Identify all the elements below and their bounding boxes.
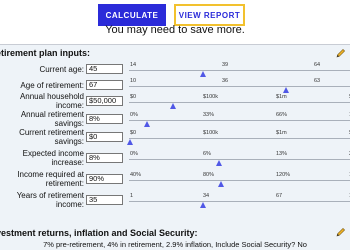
input-field[interactable]: 45 — [86, 64, 123, 74]
input-label-line: Annual retirement — [20, 110, 84, 119]
slider-tick-label: 13% — [276, 151, 288, 157]
range-slider[interactable]: 134671 — [128, 193, 350, 209]
retirement-inputs-panel: etirement plan inputs: Current age: 45 14 3… — [0, 44, 350, 228]
slider-tick-label: 10 — [130, 78, 137, 84]
slider-tick-label: 67 — [276, 193, 283, 199]
input-label-line: savings: — [54, 137, 84, 146]
slider-tick-label: 64 — [314, 62, 321, 68]
triangle-up-icon[interactable] — [282, 87, 289, 93]
range-slider[interactable]: 10 36 63 — [128, 78, 350, 94]
slider-track — [129, 159, 350, 160]
calculate-button[interactable]: CALCULATE — [98, 4, 166, 26]
input-label-line: Current retirement — [19, 128, 84, 137]
input-label-line: Annual household — [19, 92, 84, 101]
panel-title: etirement plan inputs: — [0, 48, 91, 58]
investment-returns-panel: vestment returns, inflation and Social S… — [0, 226, 350, 250]
view-report-button[interactable]: VIEW REPORT — [174, 4, 245, 26]
range-slider[interactable]: $0$100k$1m$10 — [128, 94, 350, 110]
input-field[interactable]: 8% — [86, 153, 123, 163]
slider-tick-label: 0% — [130, 151, 138, 157]
input-field[interactable]: $0 — [86, 132, 123, 142]
input-label: Current age: — [40, 65, 84, 74]
input-label-line: Income required at — [17, 170, 84, 179]
slider-tick-label: 40% — [130, 172, 142, 178]
input-field[interactable]: 67 — [86, 80, 123, 90]
slider-tick-label: 63 — [314, 78, 321, 84]
slider-tick-label: $1m — [276, 94, 287, 100]
triangle-up-icon[interactable] — [200, 202, 207, 208]
input-label-line: savings: — [54, 119, 84, 128]
input-label-line: Current age: — [39, 65, 84, 74]
input-label-line: retirement: — [45, 179, 84, 188]
input-field[interactable]: 8% — [86, 114, 123, 124]
slider-tick-label: $0 — [130, 130, 137, 136]
result-message: You may need to save more. — [105, 24, 245, 36]
slider-tick-label: 6% — [203, 151, 211, 157]
slider-tick-label: $100k — [203, 130, 218, 136]
input-label-line: income: — [55, 200, 84, 209]
slider-track — [129, 86, 350, 87]
input-label-line: increase: — [51, 158, 84, 167]
slider-track — [129, 70, 350, 71]
input-label: Years of retirement income: — [17, 191, 84, 209]
pencil-icon[interactable] — [336, 227, 346, 237]
input-label: Age of retirement: — [20, 81, 84, 90]
slider-tick-label: 66% — [276, 112, 288, 118]
input-field[interactable]: $50,000 — [86, 96, 123, 106]
range-slider[interactable]: $0$100k$1m$10 — [127, 130, 350, 146]
input-label-line: Expected income — [22, 149, 84, 158]
input-field[interactable]: 90% — [86, 174, 123, 184]
slider-track — [129, 180, 350, 181]
slider-tick-label: 36 — [222, 78, 229, 84]
returns-summary: 7% pre-retirement, 4% in retirement, 2.9… — [43, 240, 307, 249]
slider-track — [129, 120, 350, 121]
input-label: Annual household income: — [20, 92, 84, 110]
slider-tick-label: 80% — [203, 172, 215, 178]
triangle-up-icon[interactable] — [215, 160, 222, 166]
input-label-line: income: — [55, 101, 84, 110]
section-title: vestment returns, inflation and Social S… — [0, 228, 198, 238]
slider-tick-label: 34 — [203, 193, 210, 199]
triangle-up-icon[interactable] — [217, 181, 224, 187]
slider-track — [129, 201, 350, 202]
range-slider[interactable]: 0%33%66%100 — [128, 112, 350, 128]
triangle-up-icon[interactable] — [170, 103, 177, 109]
slider-tick-label: 1 — [130, 193, 134, 199]
pencil-icon[interactable] — [336, 48, 346, 58]
range-slider[interactable]: 14 39 64 — [128, 62, 350, 78]
input-field[interactable]: 35 — [86, 195, 123, 205]
slider-track — [129, 138, 350, 139]
input-label: Current retirement savings: — [19, 128, 84, 146]
slider-tick-label: $100k — [203, 94, 218, 100]
triangle-up-icon[interactable] — [144, 121, 151, 127]
range-slider[interactable]: 0%6%13%20 — [128, 151, 350, 167]
input-label-line: Age of retirement: — [20, 81, 84, 90]
slider-tick-label: 39 — [222, 62, 229, 68]
slider-track — [129, 102, 350, 103]
input-label-line: Years of retirement — [16, 191, 84, 200]
input-label: Expected income increase: — [23, 149, 84, 167]
triangle-up-icon[interactable] — [127, 139, 133, 145]
slider-tick-label: 14 — [130, 62, 137, 68]
range-slider[interactable]: 40%80%120%160 — [128, 172, 350, 188]
input-label: Income required at retirement: — [17, 170, 84, 188]
slider-tick-label: 0% — [130, 112, 138, 118]
triangle-up-icon[interactable] — [200, 71, 207, 77]
slider-tick-label: $0 — [130, 94, 137, 100]
slider-tick-label: 33% — [203, 112, 215, 118]
slider-tick-label: 120% — [276, 172, 291, 178]
input-label: Annual retirement savings: — [21, 110, 84, 128]
slider-tick-label: $1m — [276, 130, 287, 136]
